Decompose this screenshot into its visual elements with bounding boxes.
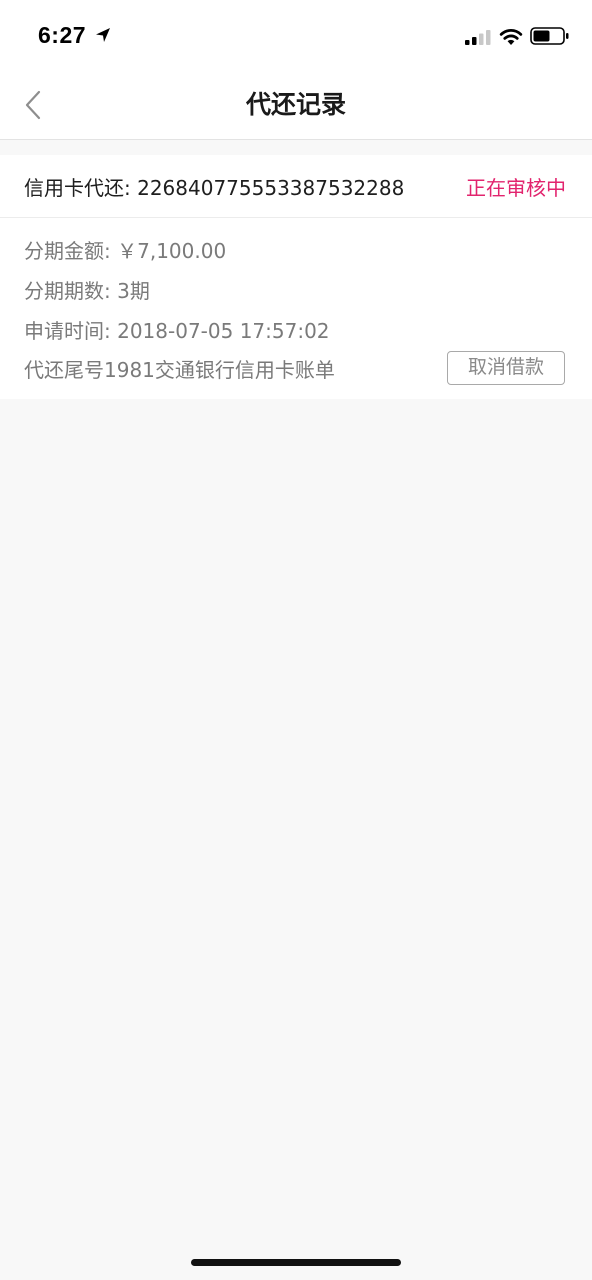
navigation-bar: 代还记录 (0, 70, 592, 140)
apply-time-label: 申请时间: (24, 319, 111, 343)
periods-row: 分期期数: 3期 (24, 275, 150, 304)
record-header: 信用卡代还: 226840775553387532288 正在审核中 (0, 155, 592, 218)
battery-icon (530, 27, 569, 45)
status-time: 6:27 (38, 22, 87, 48)
apply-time-row: 申请时间: 2018-07-05 17:57:02 (24, 315, 330, 344)
amount-label: 分期金额: (24, 239, 111, 263)
periods-value: 3期 (117, 279, 150, 303)
home-indicator[interactable] (191, 1259, 401, 1266)
page-title: 代还记录 (245, 90, 346, 119)
status-badge: 正在审核中 (466, 176, 566, 200)
bill-description: 代还尾号1981交通银行信用卡账单 (24, 358, 335, 382)
record-type-label: 信用卡代还: (24, 176, 131, 200)
amount-row: 分期金额: ￥7,100.00 (24, 235, 226, 264)
status-bar: 6:27 (0, 0, 592, 70)
order-number: 226840775553387532288 (137, 176, 405, 200)
apply-time-value: 2018-07-05 17:57:02 (117, 319, 330, 343)
cancel-loan-button[interactable]: 取消借款 (447, 351, 565, 385)
amount-value: ￥7,100.00 (117, 239, 227, 263)
cellular-signal-icon (465, 30, 491, 45)
wifi-icon (499, 29, 523, 45)
periods-label: 分期期数: (24, 279, 111, 303)
location-arrow-icon (96, 28, 110, 42)
record-title: 信用卡代还: 226840775553387532288 (24, 172, 404, 201)
back-button[interactable] (14, 84, 54, 124)
chevron-left-icon (25, 90, 41, 120)
repayment-record-card: 信用卡代还: 226840775553387532288 正在审核中 分期金额:… (0, 155, 592, 399)
